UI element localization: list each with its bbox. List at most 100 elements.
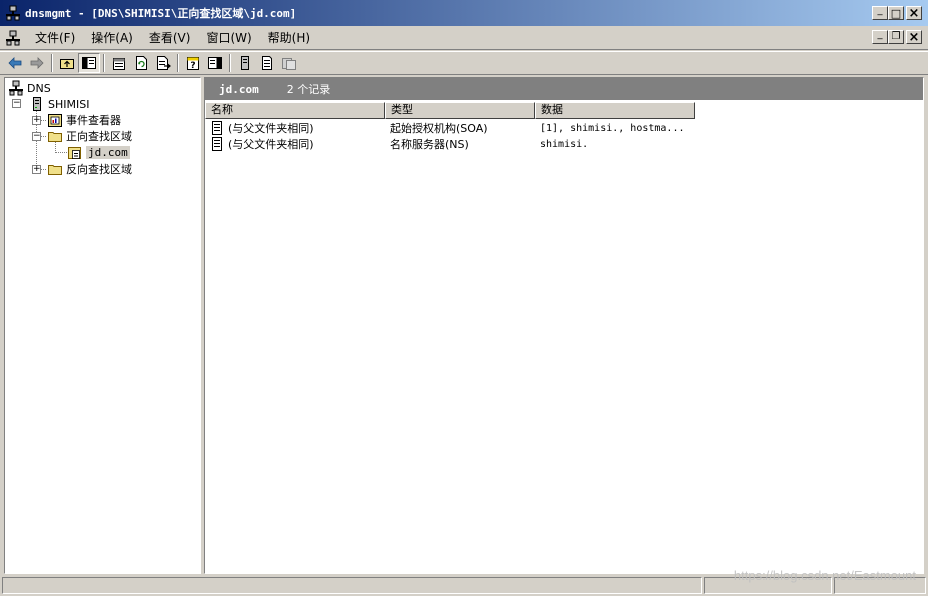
column-header-type[interactable]: 类型: [385, 102, 535, 119]
collapse-toggle-forward-zones[interactable]: −: [32, 132, 41, 141]
minimize-icon: _: [877, 29, 883, 40]
show-hide-tree-icon: [82, 57, 96, 69]
menu-bar: 文件(F) 操作(A) 查看(V) 窗口(W) 帮助(H) _ ❐ ×: [0, 26, 928, 50]
event-viewer-icon: [48, 114, 62, 127]
close-icon: ×: [908, 5, 920, 21]
details-pane[interactable]: jd.com 2 个记录 名称 类型 数据 (与父文件夹相同) 起始授权机构(S…: [204, 77, 924, 574]
expand-toggle-reverse-zones[interactable]: +: [32, 165, 41, 174]
new-domain-button[interactable]: [278, 53, 300, 73]
tree-node-server[interactable]: SHIMISI: [29, 96, 89, 112]
child-restore-button[interactable]: ❐: [888, 30, 904, 44]
column-header-name[interactable]: 名称: [205, 102, 385, 119]
title-bar[interactable]: dnsmgmt - [DNS\SHIMISI\正向查找区域\jd.com] _ …: [0, 0, 928, 26]
forward-button[interactable]: [26, 53, 48, 73]
window-title: dnsmgmt - [DNS\SHIMISI\正向查找区域\jd.com]: [25, 7, 297, 20]
details-header-band: jd.com 2 个记录: [205, 78, 923, 100]
new-host-button[interactable]: [234, 53, 256, 73]
dns-icon: [9, 80, 23, 96]
folder-icon: [48, 165, 62, 175]
child-minimize-button[interactable]: _: [872, 30, 888, 44]
tree-node-event-viewer[interactable]: 事件查看器: [47, 112, 121, 128]
back-icon: [8, 57, 22, 69]
new-domain-icon: [282, 58, 296, 70]
dns-app-menu-icon[interactable]: [5, 30, 21, 46]
up-folder-icon: [60, 59, 74, 69]
minus-icon: −: [33, 131, 41, 141]
help-icon: ?: [187, 57, 199, 71]
toolbar-separator: [177, 54, 179, 72]
tree-connector: [55, 152, 67, 153]
properties-button[interactable]: [108, 53, 130, 73]
child-close-button[interactable]: ×: [906, 30, 922, 44]
show-action-pane-button[interactable]: [204, 53, 226, 73]
up-one-level-button[interactable]: [56, 53, 78, 73]
record-name: (与父文件夹相同): [228, 138, 314, 151]
menu-view[interactable]: 查看(V): [141, 29, 199, 46]
record-count: 2 个记录: [286, 83, 331, 96]
new-alias-button[interactable]: [256, 53, 278, 73]
help-button[interactable]: ?: [182, 53, 204, 73]
menu-help[interactable]: 帮助(H): [260, 29, 318, 46]
tree-node-zone-jd-com[interactable]: jd.com: [67, 144, 130, 160]
close-icon: ×: [908, 29, 920, 45]
svg-text:?: ?: [190, 61, 195, 71]
plus-icon: +: [33, 115, 41, 125]
record-icon: [212, 121, 222, 135]
column-headers: 名称 类型 数据: [205, 102, 923, 119]
export-list-button[interactable]: [152, 53, 174, 73]
record-name: (与父文件夹相同): [228, 122, 314, 135]
properties-icon: [113, 58, 125, 70]
toolbar-separator: [103, 54, 105, 72]
record-data: shimisi.: [540, 138, 589, 150]
record-data: [1], shimisi., hostma...: [540, 122, 685, 134]
close-button[interactable]: ×: [906, 6, 922, 20]
plus-icon: +: [33, 164, 41, 174]
new-record-icon: [241, 56, 249, 70]
toolbar-separator: [229, 54, 231, 72]
show-hide-tree-button[interactable]: [78, 53, 100, 73]
tree-label-server: SHIMISI: [48, 97, 90, 111]
back-button[interactable]: [4, 53, 26, 73]
tree-label-dns: DNS: [27, 81, 51, 95]
record-type: 名称服务器(NS): [390, 138, 469, 151]
minimize-icon: _: [877, 5, 883, 16]
menu-action[interactable]: 操作(A): [83, 29, 141, 46]
server-icon: [33, 97, 41, 111]
tree-node-forward-zones[interactable]: 正向查找区域: [47, 128, 132, 144]
new-alias-icon: [262, 56, 272, 70]
zone-title: jd.com: [219, 82, 259, 96]
table-row[interactable]: (与父文件夹相同) 起始授权机构(SOA) [1], shimisi., hos…: [205, 120, 923, 136]
expand-toggle-event-viewer[interactable]: +: [32, 116, 41, 125]
console-tree[interactable]: DNS − SHIMISI + 事件查看器 − 正向查找区域 jd.com + …: [4, 77, 201, 574]
dns-console-icon: [5, 5, 21, 21]
maximize-button[interactable]: □: [888, 6, 904, 20]
toolbar-separator: [51, 54, 53, 72]
refresh-icon: [136, 56, 147, 70]
zone-icon: [68, 147, 81, 159]
toolbar: ?: [0, 51, 928, 75]
minus-icon: −: [13, 98, 21, 108]
refresh-button[interactable]: [130, 53, 152, 73]
tree-label-reverse-zones: 反向查找区域: [66, 163, 132, 176]
maximize-icon: □: [890, 6, 902, 20]
action-pane-icon: [208, 57, 222, 69]
collapse-toggle-server[interactable]: −: [12, 99, 21, 108]
column-header-data[interactable]: 数据: [535, 102, 695, 119]
tree-label-event-viewer: 事件查看器: [66, 114, 121, 127]
minimize-button[interactable]: _: [872, 6, 888, 20]
menu-window[interactable]: 窗口(W): [198, 29, 259, 46]
tree-label-forward-zones: 正向查找区域: [66, 130, 132, 143]
forward-icon: [30, 57, 44, 69]
record-type: 起始授权机构(SOA): [390, 122, 488, 135]
tree-node-dns[interactable]: DNS: [8, 80, 51, 96]
menu-file[interactable]: 文件(F): [27, 29, 83, 46]
table-row[interactable]: (与父文件夹相同) 名称服务器(NS) shimisi.: [205, 136, 923, 152]
export-list-icon: [157, 56, 171, 70]
restore-icon: ❐: [891, 31, 901, 42]
open-folder-icon: [48, 132, 62, 142]
tree-node-reverse-zones[interactable]: 反向查找区域: [47, 161, 132, 177]
watermark-text: https://blog.csdn.net/Eastmount: [733, 568, 916, 583]
tree-label-zone: jd.com: [86, 145, 130, 159]
record-icon: [212, 137, 222, 151]
status-panel-main: [2, 577, 702, 594]
